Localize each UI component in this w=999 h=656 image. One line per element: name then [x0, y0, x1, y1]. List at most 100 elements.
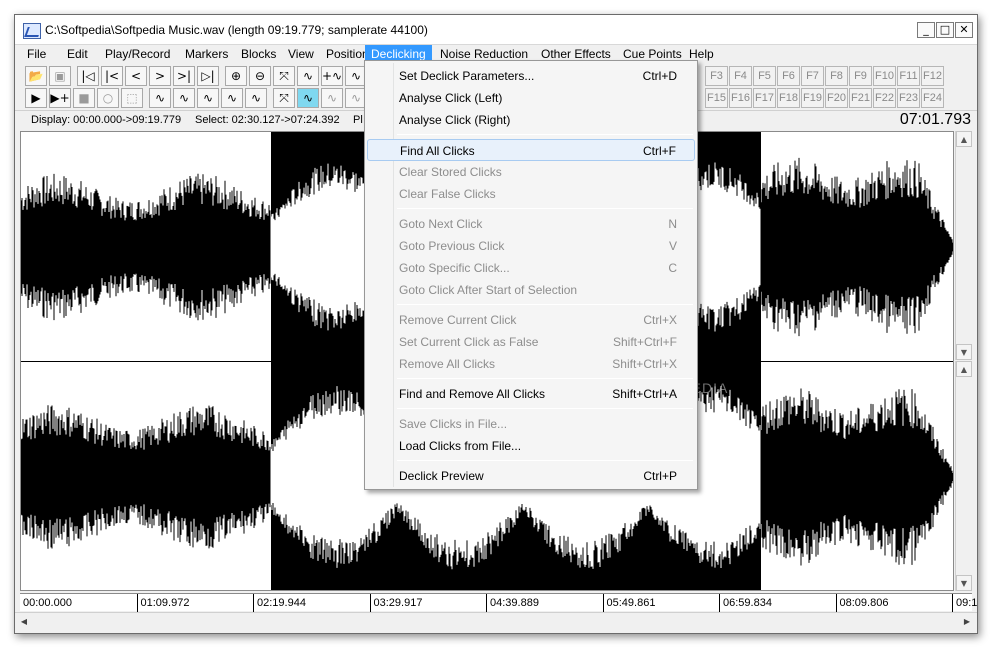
function-key-f9[interactable]: F9: [849, 66, 872, 86]
goto-end-icon[interactable]: ▷|: [197, 66, 219, 86]
function-key-f18[interactable]: F18: [777, 88, 800, 108]
function-key-f7[interactable]: F7: [801, 66, 824, 86]
wave-edit-icon[interactable]: ∿: [321, 88, 343, 108]
open-folder-icon[interactable]: 📂: [25, 66, 47, 86]
menu-item-set-declick-parameters[interactable]: Set Declick Parameters... Ctrl+D: [367, 65, 695, 87]
menu-item-find-and-remove-all-clicks[interactable]: Find and Remove All Clicks Shift+Ctrl+A: [367, 383, 695, 405]
menu-item-shortcut: N: [668, 217, 677, 231]
menu-item-set-current-click-as-false[interactable]: Set Current Click as False Shift+Ctrl+F: [367, 331, 695, 353]
play-position-label: Pl: [353, 114, 363, 126]
function-key-f12[interactable]: F12: [921, 66, 944, 86]
declicking-menu: Set Declick Parameters... Ctrl+D Analyse C…: [364, 60, 698, 490]
step-forward-icon[interactable]: >: [149, 66, 171, 86]
selection-range: Select: 02:30.127->07:24.392: [195, 114, 340, 126]
prev-marker-icon[interactable]: |<: [101, 66, 123, 86]
close-button[interactable]: ✕: [955, 22, 973, 38]
scroll-right-icon[interactable]: ▶: [959, 614, 975, 630]
scroll-up-icon[interactable]: ▲: [956, 361, 972, 377]
window-title: C:\Softpedia\Softpedia Music.wav (length…: [45, 23, 428, 37]
menu-item-clear-stored-clicks[interactable]: Clear Stored Clicks: [367, 161, 695, 183]
time-tick: 04:39.889: [486, 594, 539, 612]
time-ruler: 00:00.000 01:09.972 02:19.944 03:29.917 04:3…: [20, 593, 977, 612]
minimize-button[interactable]: _: [917, 22, 935, 38]
time-tick: 00:00.000: [23, 597, 72, 609]
declick-active-icon[interactable]: ∿: [297, 88, 319, 108]
menu-item-shortcut: Ctrl+X: [643, 313, 677, 327]
play-icon[interactable]: ▶: [25, 88, 47, 108]
scroll-up-icon[interactable]: ▲: [956, 131, 972, 147]
position-clock: 07:01.793: [899, 111, 971, 128]
function-key-f6[interactable]: F6: [777, 66, 800, 86]
function-key-f16[interactable]: F16: [729, 88, 752, 108]
menu-item-remove-all-clicks[interactable]: Remove All Clicks Shift+Ctrl+X: [367, 353, 695, 375]
horizontal-scrollbar[interactable]: ◀ ▶: [15, 612, 977, 630]
right-channel-scrollbar[interactable]: ▲ ▼: [955, 361, 972, 591]
function-key-f23[interactable]: F23: [897, 88, 920, 108]
function-key-f21[interactable]: F21: [849, 88, 872, 108]
stop-icon[interactable]: ■: [73, 88, 95, 108]
menu-item-shortcut: Ctrl+P: [643, 469, 677, 483]
menu-edit[interactable]: Edit: [61, 45, 94, 65]
wave-cross-icon[interactable]: ⤧: [273, 88, 295, 108]
function-key-f24[interactable]: F24: [921, 88, 944, 108]
menu-item-remove-current-click[interactable]: Remove Current Click Ctrl+X: [367, 309, 695, 331]
dotted-box-icon[interactable]: ⬚: [121, 88, 143, 108]
menu-view[interactable]: View: [282, 45, 320, 65]
zoom-in-icon[interactable]: ⊕: [225, 66, 247, 86]
function-key-f5[interactable]: F5: [753, 66, 776, 86]
menu-item-label: Goto Next Click: [399, 217, 483, 231]
menu-item-label: Clear False Clicks: [399, 187, 496, 201]
function-key-f20[interactable]: F20: [825, 88, 848, 108]
menu-blocks[interactable]: Blocks: [235, 45, 282, 65]
menu-item-goto-previous-click[interactable]: Goto Previous Click V: [367, 235, 695, 257]
menu-item-load-clicks-from-file[interactable]: Load Clicks from File...: [367, 435, 695, 457]
function-key-f10[interactable]: F10: [873, 66, 896, 86]
record-icon[interactable]: ○: [97, 88, 119, 108]
wave-low-icon[interactable]: ∿: [221, 88, 243, 108]
menu-item-label: Save Clicks in File...: [399, 417, 508, 431]
menu-item-label: Find and Remove All Clicks: [399, 387, 546, 401]
waveform-icon[interactable]: ∿: [297, 66, 319, 86]
menu-item-goto-click-after-start-of-selection[interactable]: Goto Click After Start of Selection: [367, 279, 695, 301]
function-key-f19[interactable]: F19: [801, 88, 824, 108]
left-channel-scrollbar[interactable]: ▲ ▼: [955, 131, 972, 360]
wave-flat-icon[interactable]: ∿: [197, 88, 219, 108]
function-key-f17[interactable]: F17: [753, 88, 776, 108]
menu-item-goto-next-click[interactable]: Goto Next Click N: [367, 213, 695, 235]
function-key-f8[interactable]: F8: [825, 66, 848, 86]
menu-file[interactable]: File: [21, 45, 52, 65]
save-icon[interactable]: ▣: [49, 66, 71, 86]
function-key-f15[interactable]: F15: [705, 88, 728, 108]
menu-item-analyse-click-right[interactable]: Analyse Click (Right): [367, 109, 695, 131]
function-key-f22[interactable]: F22: [873, 88, 896, 108]
menu-item-find-all-clicks[interactable]: Find All Clicks Ctrl+F: [367, 139, 695, 161]
zoom-out-icon[interactable]: ⊖: [249, 66, 271, 86]
menu-item-save-clicks-in-file[interactable]: Save Clicks in File...: [367, 413, 695, 435]
menu-markers[interactable]: Markers: [179, 45, 234, 65]
play-selection-icon[interactable]: ▶+: [49, 88, 71, 108]
menu-item-label: Goto Specific Click...: [399, 261, 510, 275]
wave-down-icon[interactable]: ∿: [173, 88, 195, 108]
goto-start-icon[interactable]: |◁: [77, 66, 99, 86]
menu-play-record[interactable]: Play/Record: [99, 45, 176, 65]
scroll-down-icon[interactable]: ▼: [956, 575, 972, 591]
next-marker-icon[interactable]: >|: [173, 66, 195, 86]
zoom-fit-icon[interactable]: ⤧: [273, 66, 295, 86]
wave-up-icon[interactable]: ∿: [149, 88, 171, 108]
menu-item-declick-preview[interactable]: Declick Preview Ctrl+P: [367, 465, 695, 487]
menu-item-shortcut: Ctrl+F: [643, 144, 676, 158]
function-key-f4[interactable]: F4: [729, 66, 752, 86]
function-key-f11[interactable]: F11: [897, 66, 920, 86]
marker-wave-icon[interactable]: +∿: [321, 66, 343, 86]
menu-item-analyse-click-left[interactable]: Analyse Click (Left): [367, 87, 695, 109]
function-key-f3[interactable]: F3: [705, 66, 728, 86]
menu-item-clear-false-clicks[interactable]: Clear False Clicks: [367, 183, 695, 205]
maximize-button[interactable]: □: [936, 22, 954, 38]
wave-arrow-icon[interactable]: ∿: [245, 88, 267, 108]
scroll-left-icon[interactable]: ◀: [16, 614, 32, 630]
step-back-icon[interactable]: <: [125, 66, 147, 86]
menu-item-shortcut: C: [668, 261, 677, 275]
time-tick: 09:1: [952, 594, 977, 612]
menu-item-goto-specific-click[interactable]: Goto Specific Click... C: [367, 257, 695, 279]
scroll-down-icon[interactable]: ▼: [956, 344, 972, 360]
